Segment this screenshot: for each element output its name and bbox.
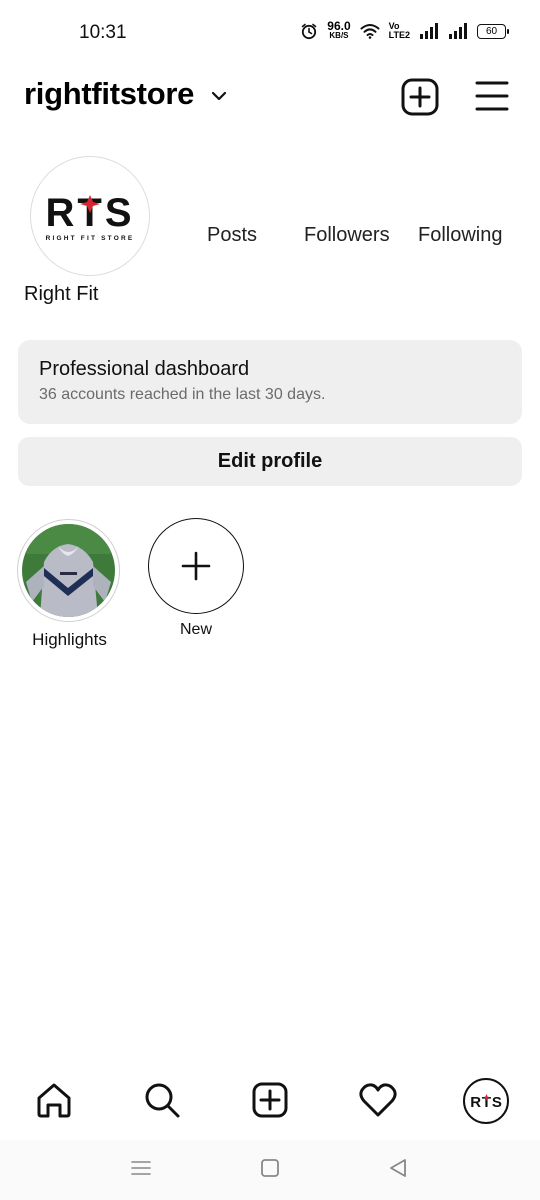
home-icon [37,1083,71,1118]
network-speed: 96.0 KB/S [327,19,351,40]
dashboard-subtitle: 36 accounts reached in the last 30 days. [39,386,326,403]
posts-stat[interactable]: Posts [207,224,257,247]
back-icon[interactable] [386,1156,410,1180]
username-switcher[interactable]: rightfitstore [24,76,194,112]
signal-icon [420,23,438,39]
wifi-icon [360,24,380,39]
create-post-icon[interactable] [401,78,439,116]
following-stat[interactable]: Following [418,224,502,247]
display-name: Right Fit [24,283,99,305]
status-icons: 96.0 KB/S Vo LTE2 60 [300,19,509,40]
highlight-cover-image [22,524,115,617]
edit-profile-button[interactable]: Edit profile [18,437,522,486]
volte-bottom: LTE2 [388,30,410,40]
create-icon [252,1082,288,1118]
new-highlight-label: New [179,621,212,638]
status-time: 10:31 [79,22,127,43]
recents-icon[interactable] [129,1156,153,1180]
search-icon [145,1083,180,1118]
network-speed-value: 96.0 [327,19,351,33]
highlight-label: Highlights [32,630,107,649]
system-nav-bar [0,1140,540,1200]
status-bar: 10:31 96.0 KB/S Vo LTE2 60 [0,0,540,66]
nav-activity[interactable] [358,1080,398,1120]
signal-icon [449,23,467,39]
network-speed-unit: KB/S [329,31,349,40]
alarm-icon [301,23,317,40]
plus-icon [181,551,211,581]
home-square-icon[interactable] [258,1156,282,1180]
rts-logo: RTS RIGHT FIT STORE [46,191,135,242]
nav-create[interactable] [250,1080,290,1120]
menu-icon[interactable] [474,79,510,113]
new-highlight-button[interactable] [148,518,244,614]
professional-dashboard-card[interactable]: Professional dashboard 36 accounts reach… [18,340,522,424]
highlight-item[interactable] [17,519,120,622]
nav-search[interactable] [142,1080,182,1120]
battery-icon: 60 [477,23,509,39]
dashboard-title: Professional dashboard [39,358,250,380]
volte-indicator: Vo LTE2 [389,22,410,40]
nav-home[interactable] [34,1080,74,1120]
battery-level: 60 [485,25,498,37]
rts-logo-tagline: RIGHT FIT STORE [46,235,135,242]
profile-header: rightfitstore [0,66,540,128]
followers-stat[interactable]: Followers [304,224,390,247]
profile-avatar[interactable]: RTS RIGHT FIT STORE [30,156,150,276]
bottom-nav: RTS [0,1070,540,1132]
nav-profile[interactable]: RTS [463,1078,509,1124]
profile-avatar-icon: RTS [470,1093,501,1111]
heart-icon [359,1083,397,1117]
chevron-down-icon[interactable] [208,85,230,107]
